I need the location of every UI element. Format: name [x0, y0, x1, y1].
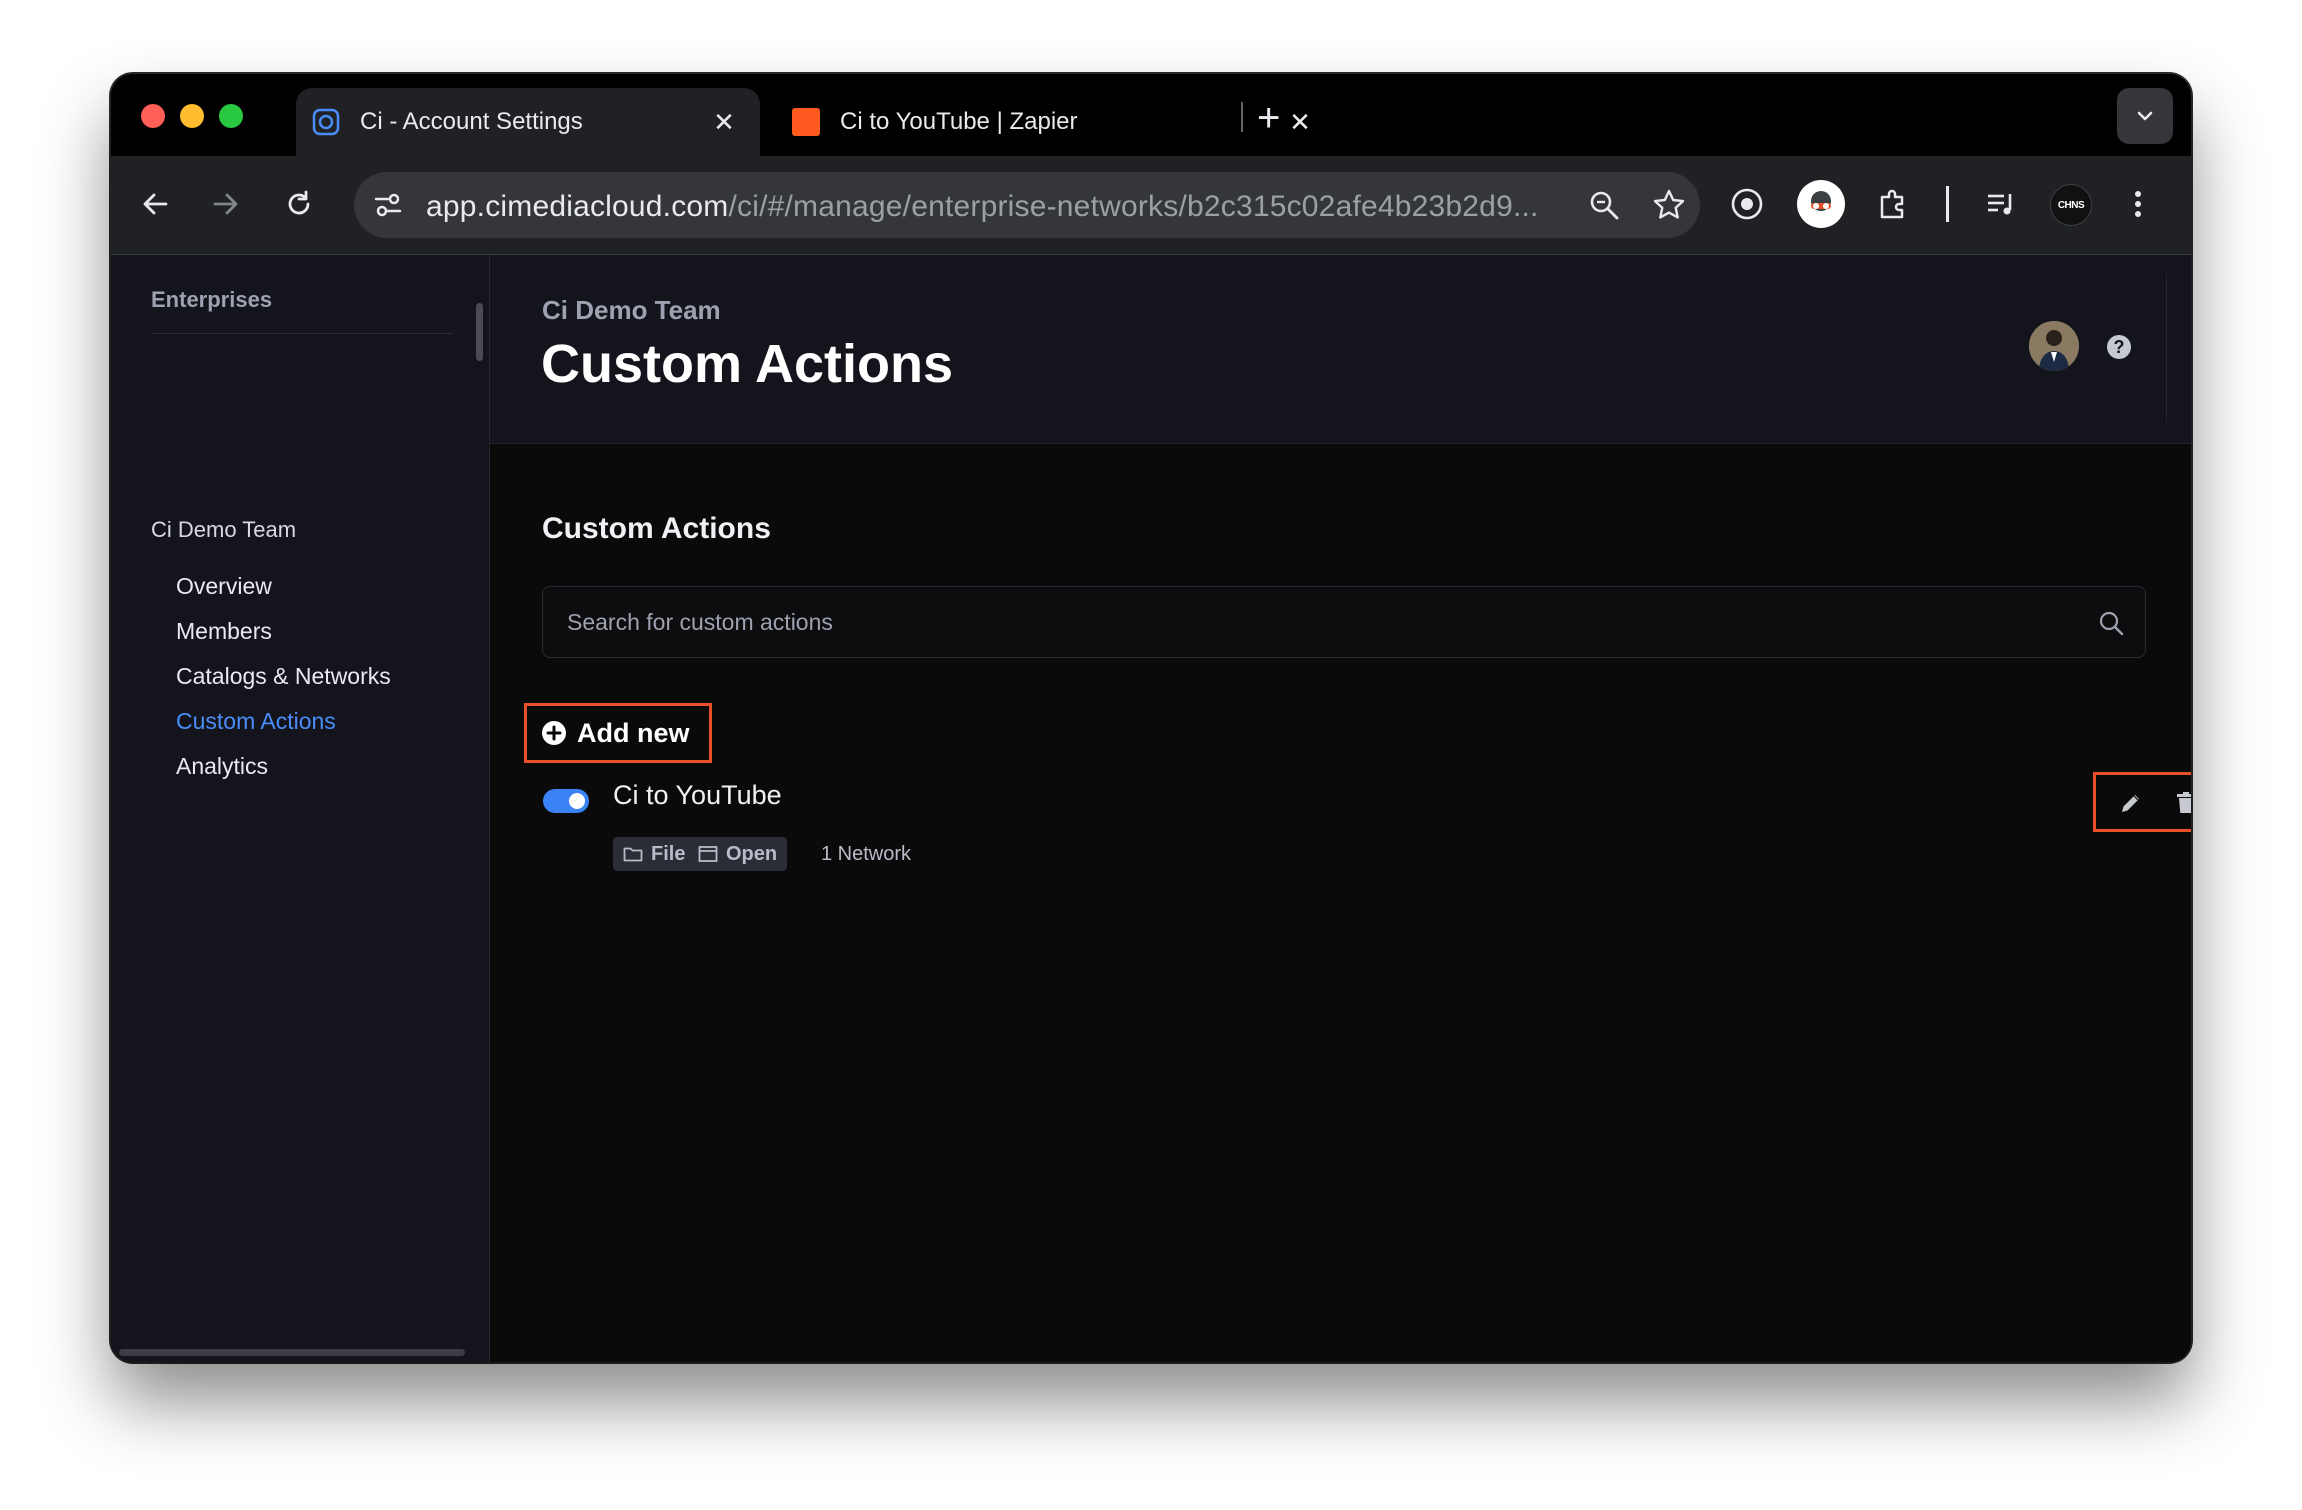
extensions-puzzle-icon[interactable]: [1875, 186, 1911, 222]
close-tab-icon[interactable]: ✕: [1286, 108, 1314, 136]
profile-extension-icon[interactable]: [1797, 180, 1845, 228]
tab-account-settings[interactable]: Ci - Account Settings ✕: [296, 88, 760, 156]
page-title: Custom Actions: [541, 334, 954, 394]
sidebar-horizontal-scrollbar[interactable]: [119, 1349, 465, 1356]
minimize-window-button[interactable]: [180, 104, 204, 128]
tag-label: Open: [726, 842, 778, 865]
sidebar-item-catalogs-networks[interactable]: Catalogs & Networks: [176, 663, 391, 690]
tab-divider: [1241, 102, 1243, 132]
folder-icon: [623, 847, 643, 862]
tag-label: File: [651, 842, 686, 865]
new-tab-button[interactable]: +: [1257, 98, 1280, 138]
tag-open: Open: [688, 837, 788, 871]
profile-avatar-badge[interactable]: CHNS: [2050, 184, 2092, 226]
profile-badge-text: CHNS: [2057, 199, 2085, 211]
search-input[interactable]: [567, 587, 2067, 657]
close-tab-icon[interactable]: ✕: [710, 108, 738, 136]
sidebar-item-overview[interactable]: Overview: [176, 573, 272, 600]
tab-search-button[interactable]: [2117, 88, 2173, 144]
help-icon[interactable]: ?: [2107, 335, 2131, 359]
url-path: /ci/#/manage/enterprise-networks/b2c315c…: [728, 190, 1539, 223]
chrome-extension-icon[interactable]: [1729, 186, 1765, 222]
add-new-button[interactable]: Add new: [524, 703, 712, 763]
app-content: Enterprises Ci Demo Team Overview Member…: [111, 255, 2191, 1362]
page-header: Ci Demo Team Custom Actions ?: [490, 255, 2191, 444]
breadcrumb[interactable]: Ci Demo Team: [542, 295, 721, 326]
header-edge-line: [2166, 273, 2167, 423]
search-box: [542, 586, 2146, 658]
ci-favicon-icon: [312, 108, 340, 136]
section-title: Custom Actions: [542, 512, 771, 545]
plus-circle-icon: [542, 721, 566, 745]
site-settings-icon[interactable]: [372, 189, 404, 226]
delete-trash-icon[interactable]: [2172, 789, 2191, 817]
tag-file: File: [613, 837, 696, 871]
network-count: 1 Network: [821, 843, 912, 865]
sidebar-team-name[interactable]: Ci Demo Team: [151, 517, 296, 543]
back-arrow-icon[interactable]: [137, 186, 173, 222]
forward-arrow-icon[interactable]: [208, 186, 244, 222]
sidebar-divider: [151, 333, 453, 334]
browser-toolbar: app.cimediacloud.com/ci/#/manage/enterpr…: [111, 156, 2191, 255]
main-panel: Custom Actions Add new Ci to YouTube Fil…: [490, 444, 2191, 1362]
chevron-down-icon: [2137, 111, 2153, 121]
avatar[interactable]: [2029, 321, 2079, 371]
action-enabled-toggle[interactable]: [543, 789, 589, 813]
bookmark-star-icon[interactable]: [1652, 188, 1686, 227]
tab-zapier[interactable]: Ci to YouTube | Zapier ✕: [776, 88, 1336, 156]
tab-strip: Ci - Account Settings ✕ Ci to YouTube | …: [111, 74, 2191, 156]
action-controls: [2093, 772, 2191, 832]
action-name[interactable]: Ci to YouTube: [613, 780, 782, 811]
search-icon[interactable]: [2097, 609, 2125, 637]
toolbar-divider: [1946, 186, 1949, 222]
zapier-favicon-icon: [792, 108, 820, 136]
window-icon: [698, 846, 718, 862]
sidebar: Enterprises Ci Demo Team Overview Member…: [111, 255, 490, 1362]
media-controls-icon[interactable]: [1983, 186, 2019, 222]
sidebar-section-label: Enterprises: [151, 287, 273, 312]
reload-icon[interactable]: [281, 186, 317, 222]
zoom-icon[interactable]: [1588, 189, 1620, 226]
tab-title: Ci to YouTube | Zapier: [840, 108, 1078, 135]
address-bar[interactable]: app.cimediacloud.com/ci/#/manage/enterpr…: [354, 172, 1700, 238]
close-window-button[interactable]: [141, 104, 165, 128]
edit-pencil-icon[interactable]: [2117, 789, 2145, 817]
sidebar-scrollbar[interactable]: [476, 303, 483, 361]
url-host: app.cimediacloud.com: [426, 190, 729, 223]
add-new-label: Add new: [577, 717, 690, 748]
zoom-window-button[interactable]: [219, 104, 243, 128]
more-menu-icon[interactable]: [2120, 186, 2156, 222]
browser-window: Ci - Account Settings ✕ Ci to YouTube | …: [111, 74, 2191, 1362]
sidebar-item-members[interactable]: Members: [176, 618, 272, 645]
toggle-knob: [569, 793, 585, 809]
sidebar-item-analytics[interactable]: Analytics: [176, 753, 268, 780]
url-text: app.cimediacloud.com/ci/#/manage/enterpr…: [426, 190, 1539, 224]
tab-title: Ci - Account Settings: [360, 108, 583, 135]
sidebar-item-custom-actions[interactable]: Custom Actions: [176, 708, 336, 735]
